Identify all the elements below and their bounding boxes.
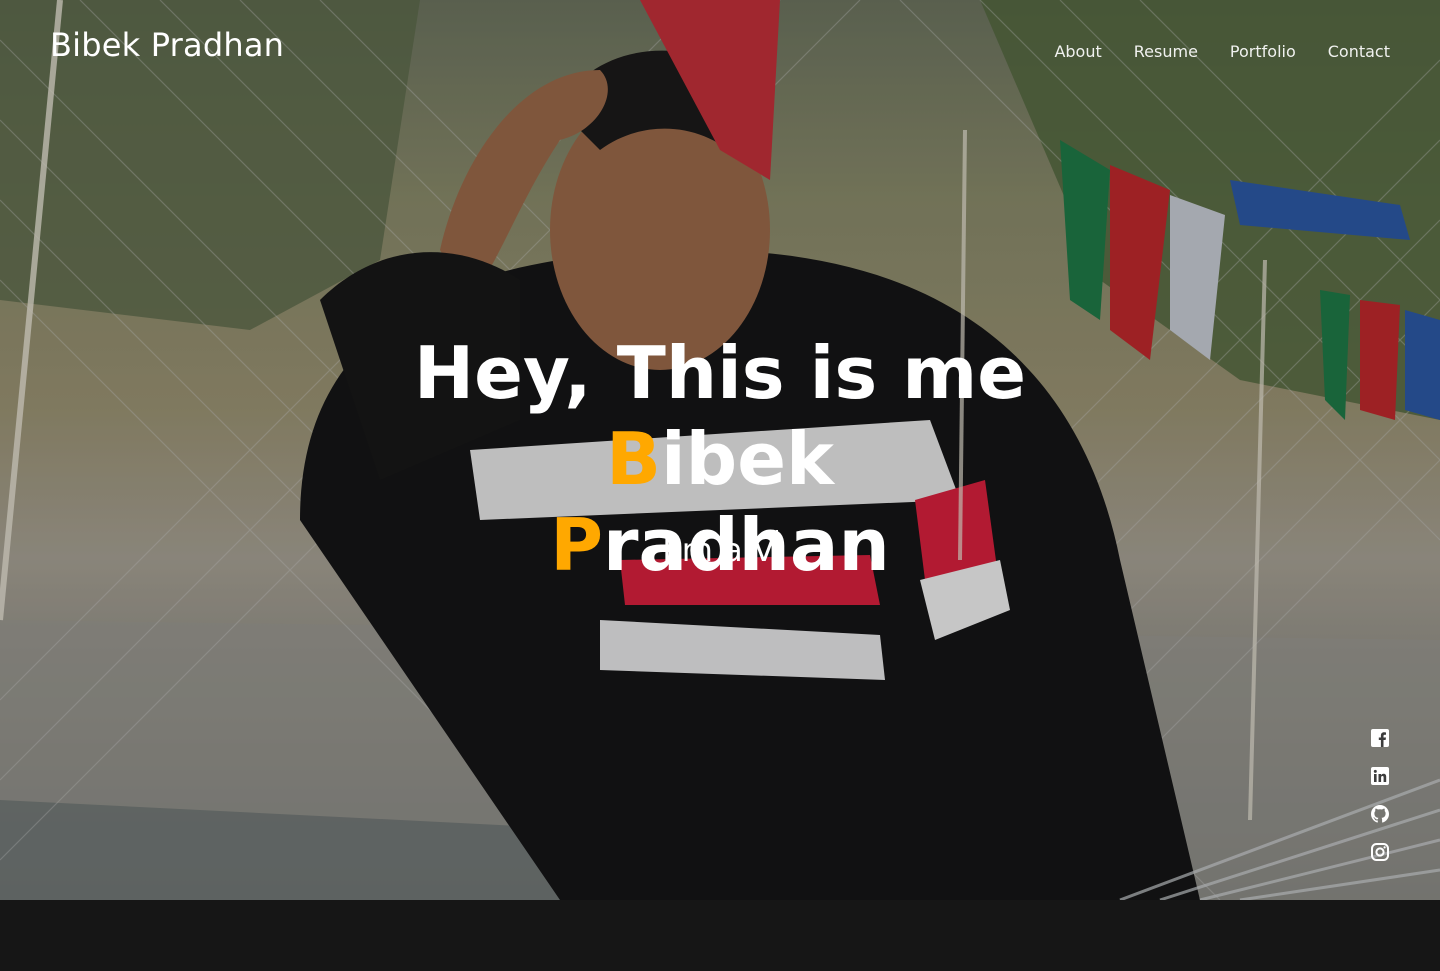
nav-portfolio[interactable]: Portfolio	[1230, 42, 1296, 61]
headline-prefix: Hey, This is me	[413, 331, 1027, 415]
github-link[interactable]	[1370, 804, 1390, 824]
social-links	[1370, 728, 1390, 862]
instagram-icon	[1371, 843, 1389, 861]
instagram-link[interactable]	[1370, 842, 1390, 862]
headline-first-initial: B	[606, 417, 661, 501]
typed-subtitle: I’m a V	[620, 530, 820, 569]
nav-resume[interactable]: Resume	[1134, 42, 1198, 61]
site-logo[interactable]: Bibek Pradhan	[50, 26, 284, 64]
main-nav: About Resume Portfolio Contact	[1054, 42, 1390, 61]
headline-last-initial: P	[550, 503, 604, 587]
github-icon	[1371, 805, 1389, 823]
facebook-icon	[1371, 729, 1389, 747]
nav-contact[interactable]: Contact	[1328, 42, 1390, 61]
typing-caret	[775, 530, 778, 568]
hero-section: Bibek Pradhan About Resume Portfolio Con…	[0, 0, 1440, 900]
nav-about[interactable]: About	[1054, 42, 1101, 61]
typed-text: I’m a V	[662, 531, 775, 569]
page-footer-band	[0, 900, 1440, 971]
linkedin-icon	[1371, 767, 1389, 785]
headline-first-rest: ibek	[660, 417, 834, 501]
facebook-link[interactable]	[1370, 728, 1390, 748]
linkedin-link[interactable]	[1370, 766, 1390, 786]
